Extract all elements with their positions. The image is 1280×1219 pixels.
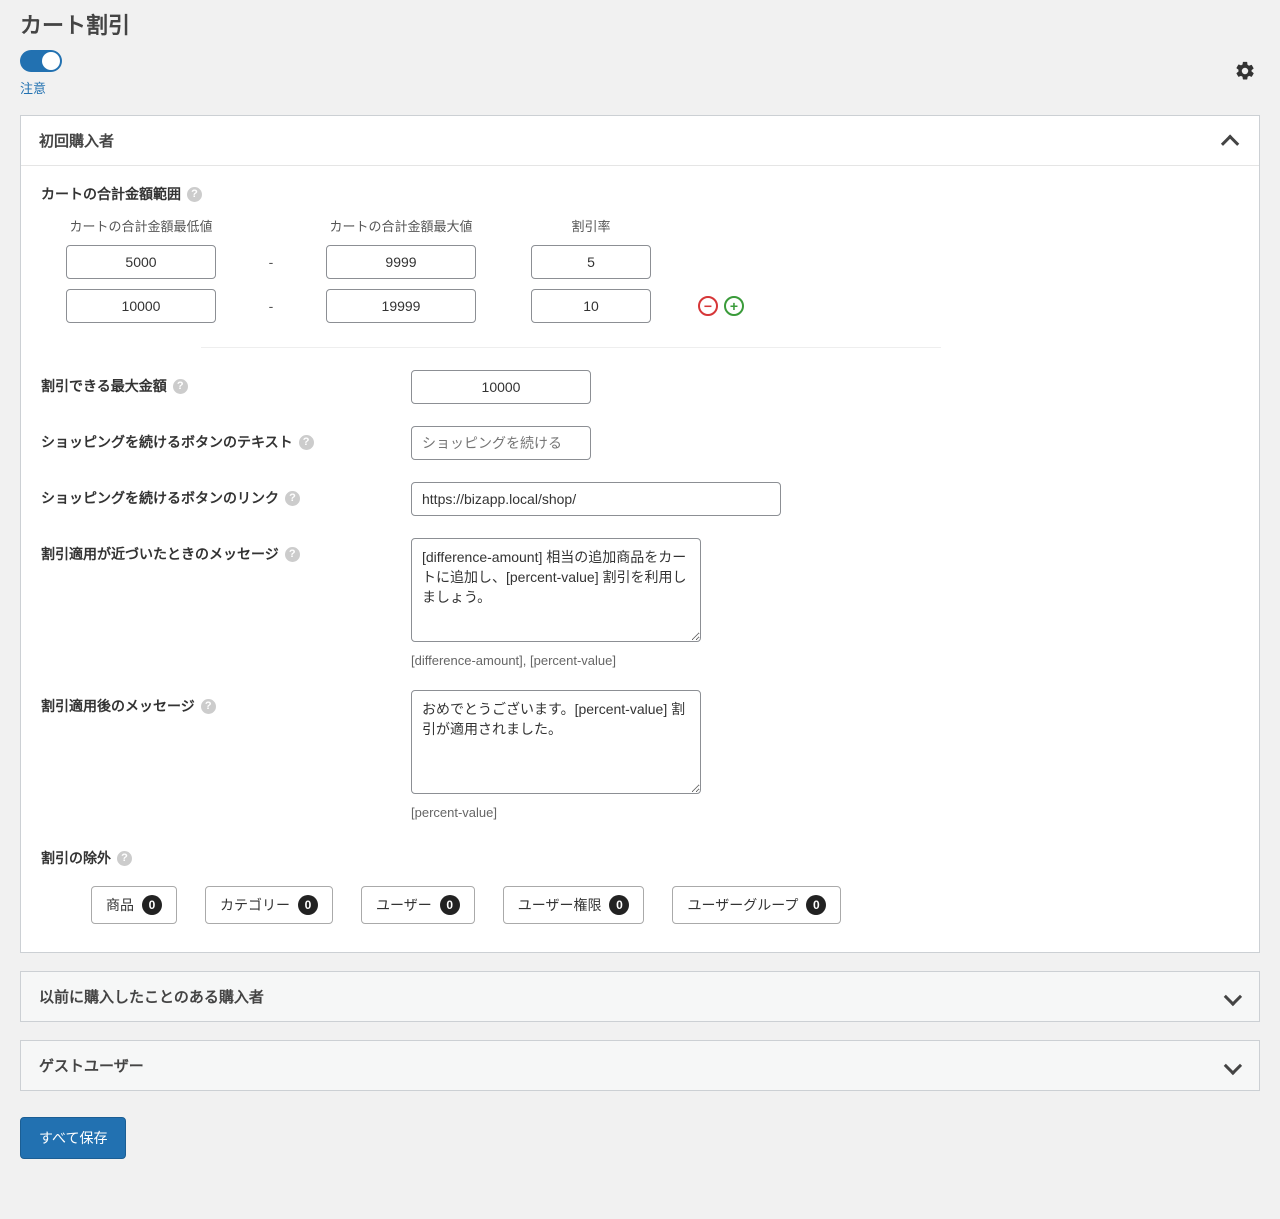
exclude-roles-count: 0 [609, 895, 629, 915]
panel-repeat-purchaser-title: 以前に購入したことのある購入者 [39, 986, 264, 1007]
chevron-up-icon [1225, 133, 1241, 149]
exclude-products-label: 商品 [106, 895, 134, 915]
range-header-min: カートの合計金額最低値 [41, 216, 241, 235]
feature-toggle[interactable] [20, 50, 62, 72]
panel-guest-user-title: ゲストユーザー [39, 1055, 144, 1076]
exclude-groups-count: 0 [806, 895, 826, 915]
add-range-button[interactable]: + [724, 296, 744, 316]
applied-msg-hint: [percent-value] [411, 805, 811, 820]
range-header-max: カートの合計金額最大値 [301, 216, 501, 235]
continue-link-label: ショッピングを続けるボタンのリンク [41, 488, 279, 508]
range-rate-input[interactable] [531, 245, 651, 279]
range-row: - − + [41, 289, 1239, 323]
help-icon[interactable]: ? [285, 491, 300, 506]
range-min-input[interactable] [66, 245, 216, 279]
exclude-users-button[interactable]: ユーザー 0 [361, 886, 475, 924]
help-icon[interactable]: ? [117, 851, 132, 866]
near-msg-hint: [difference-amount], [percent-value] [411, 653, 811, 668]
gear-icon[interactable] [1234, 60, 1256, 88]
exclude-categories-count: 0 [298, 895, 318, 915]
panel-guest-user-header[interactable]: ゲストユーザー [21, 1041, 1259, 1090]
exclude-categories-button[interactable]: カテゴリー 0 [205, 886, 333, 924]
remove-range-button[interactable]: − [698, 296, 718, 316]
range-min-input[interactable] [66, 289, 216, 323]
help-icon[interactable]: ? [299, 435, 314, 450]
help-icon[interactable]: ? [187, 187, 202, 202]
exclude-roles-button[interactable]: ユーザー権限 0 [503, 886, 645, 924]
range-dash: - [241, 254, 301, 270]
exclude-products-count: 0 [142, 895, 162, 915]
panel-guest-user: ゲストユーザー [20, 1040, 1260, 1091]
panel-first-purchaser-title: 初回購入者 [39, 130, 114, 151]
continue-text-input[interactable] [411, 426, 591, 460]
continue-text-label: ショッピングを続けるボタンのテキスト [41, 432, 293, 452]
panel-first-purchaser: 初回購入者 カートの合計金額範囲 ? カートの合計金額最低値 カートの合計金額最… [20, 115, 1260, 953]
help-icon[interactable]: ? [201, 699, 216, 714]
near-msg-label: 割引適用が近づいたときのメッセージ [41, 544, 279, 564]
range-max-input[interactable] [326, 289, 476, 323]
applied-msg-label: 割引適用後のメッセージ [41, 696, 195, 716]
exclude-groups-button[interactable]: ユーザーグループ 0 [672, 886, 841, 924]
continue-link-input[interactable] [411, 482, 781, 516]
help-icon[interactable]: ? [285, 547, 300, 562]
range-rate-input[interactable] [531, 289, 651, 323]
exclude-users-label: ユーザー [376, 895, 432, 915]
panel-first-purchaser-header[interactable]: 初回購入者 [21, 116, 1259, 166]
chevron-down-icon [1225, 1058, 1241, 1074]
max-discount-input[interactable] [411, 370, 591, 404]
save-all-button[interactable]: すべて保存 [20, 1117, 126, 1159]
near-msg-textarea[interactable] [411, 538, 701, 642]
help-icon[interactable]: ? [173, 379, 188, 394]
range-header-rate: 割引率 [501, 216, 681, 235]
exclude-roles-label: ユーザー権限 [518, 895, 602, 915]
cart-range-label: カートの合計金額範囲 ? [41, 184, 1239, 204]
exclude-categories-label: カテゴリー [220, 895, 290, 915]
applied-msg-textarea[interactable] [411, 690, 701, 794]
exclude-users-count: 0 [440, 895, 460, 915]
divider [201, 347, 941, 348]
panel-repeat-purchaser-header[interactable]: 以前に購入したことのある購入者 [21, 972, 1259, 1021]
exclude-products-button[interactable]: 商品 0 [91, 886, 177, 924]
exclude-label: 割引の除外 [41, 848, 111, 868]
page-title: カート割引 [20, 8, 1260, 40]
range-max-input[interactable] [326, 245, 476, 279]
range-dash: - [241, 298, 301, 314]
range-row: - [41, 245, 1239, 279]
chevron-down-icon [1225, 989, 1241, 1005]
panel-repeat-purchaser: 以前に購入したことのある購入者 [20, 971, 1260, 1022]
notice-link[interactable]: 注意 [20, 78, 62, 97]
max-discount-label: 割引できる最大金額 [41, 376, 167, 396]
exclude-groups-label: ユーザーグループ [687, 895, 798, 915]
